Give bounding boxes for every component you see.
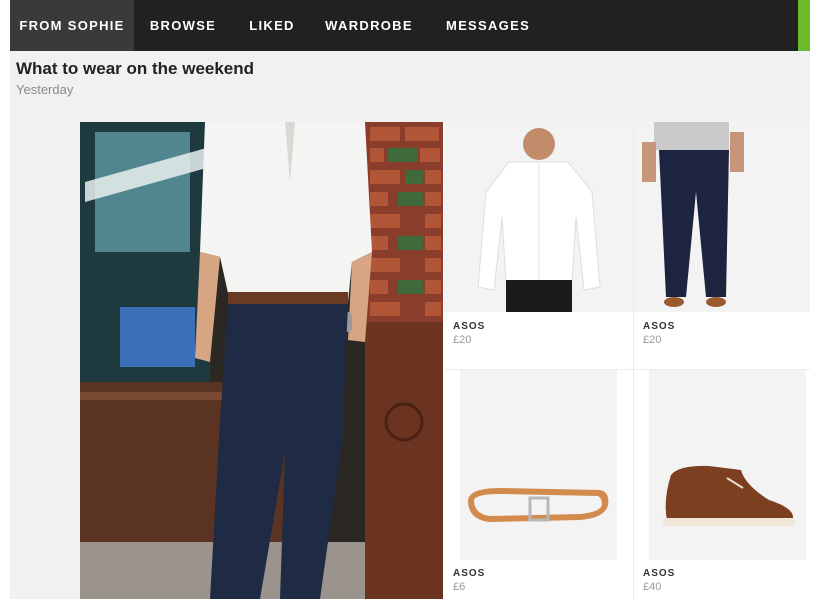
grid-divider <box>444 369 810 370</box>
trousers-illustration <box>634 122 810 312</box>
product-card-boots[interactable]: ASOS £40 <box>634 370 810 599</box>
tab-from-sophie[interactable]: FROM SOPHIE <box>10 0 134 51</box>
product-price: £6 <box>453 581 466 593</box>
product-image-shirt <box>444 122 633 312</box>
product-image-trousers <box>634 122 810 312</box>
product-brand: ASOS <box>453 321 486 332</box>
post-title: What to wear on the weekend <box>16 59 255 78</box>
tab-liked[interactable]: LIKED <box>240 0 304 51</box>
product-card-trousers[interactable]: ASOS £20 <box>634 122 810 369</box>
outfit-board: ASOS £20 ASOS £20 ASOS £6 ASOS £40 <box>80 122 810 599</box>
hero-photo[interactable] <box>80 122 443 599</box>
product-brand: ASOS <box>453 568 486 579</box>
tab-messages[interactable]: MESSAGES <box>440 0 536 51</box>
hero-illustration <box>80 122 443 599</box>
product-price: £40 <box>643 581 662 593</box>
product-price: £20 <box>453 334 472 346</box>
product-price: £20 <box>643 334 662 346</box>
nav-accent-bar <box>798 0 810 51</box>
product-brand: ASOS <box>643 568 676 579</box>
product-card-shirt[interactable]: ASOS £20 <box>444 122 633 369</box>
tab-browse[interactable]: BROWSE <box>141 0 225 51</box>
product-card-belt[interactable]: ASOS £6 <box>444 370 633 599</box>
belt-illustration <box>460 370 617 560</box>
product-image-boots <box>649 370 806 560</box>
shirt-illustration <box>444 122 633 312</box>
app: FROM SOPHIE BROWSE LIKED WARDROBE MESSAG… <box>10 0 810 599</box>
grid-divider <box>633 122 634 599</box>
product-brand: ASOS <box>643 321 676 332</box>
top-nav: FROM SOPHIE BROWSE LIKED WARDROBE MESSAG… <box>10 0 810 51</box>
post-date: Yesterday <box>16 82 74 97</box>
product-image-belt <box>460 370 617 560</box>
boots-illustration <box>649 370 806 560</box>
tab-wardrobe[interactable]: WARDROBE <box>323 0 415 51</box>
